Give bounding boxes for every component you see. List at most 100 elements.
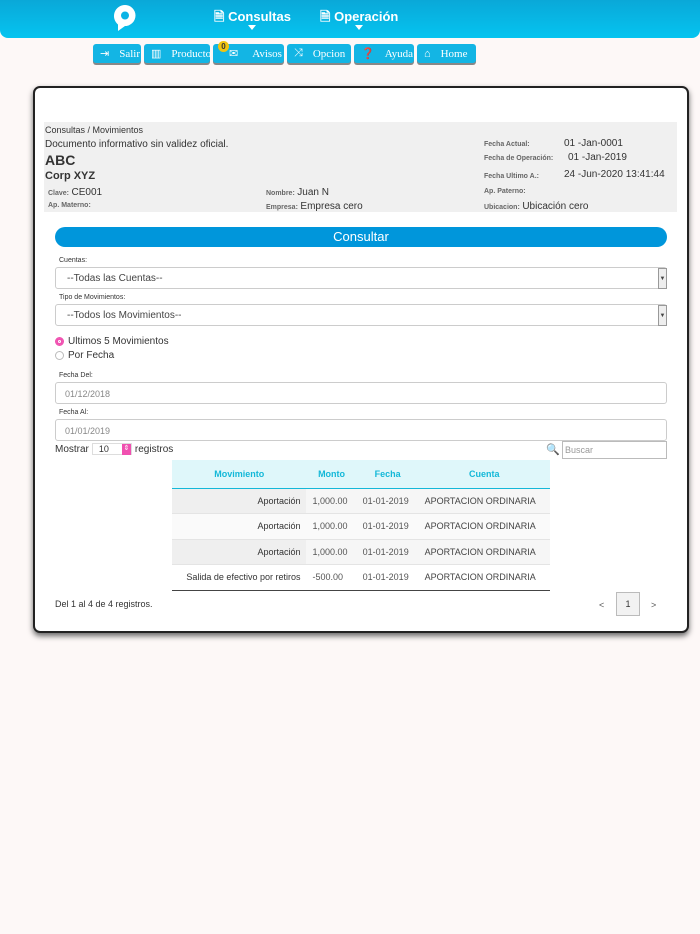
ayuda-button[interactable]: ❓ Ayuda (354, 44, 414, 63)
fecha-del-input[interactable]: 01/12/2018 (55, 382, 667, 404)
empresa-value: Empresa cero (300, 201, 363, 212)
cuenta-cell: APORTACION ORDINARIA (418, 513, 550, 540)
movimiento-cell: Aportación (172, 513, 307, 540)
movimientos-card: Consultas / Movimientos Documento inform… (33, 86, 689, 633)
page-1-button[interactable]: 1 (616, 592, 640, 616)
monto-cell: 1,000.00 (306, 513, 357, 540)
fecha-operacion-label: Fecha de Operación: (484, 155, 554, 162)
envelope-icon: ✉ (229, 48, 239, 60)
table-row: Aportación 1,000.00 01-01-2019 APORTACION O… (172, 513, 550, 540)
nombre-value: Juan N (297, 187, 329, 198)
fecha-del-label: Fecha Del: (59, 372, 93, 379)
fecha-cell: 01-01-2019 (356, 539, 419, 565)
ubicacion-field: Ubicacion: Ubicación cero (484, 201, 588, 212)
header-movimiento[interactable]: Movimiento (172, 460, 307, 489)
company-name: ABC (45, 152, 76, 168)
document-icon: 🗎 (214, 9, 225, 24)
menu-consultas[interactable]: 🗎 Consultas (214, 8, 291, 30)
chart-icon: ▥ (151, 48, 162, 60)
home-button[interactable]: ⌂ Home (417, 44, 476, 63)
account-info-panel: Consultas / Movimientos Documento inform… (44, 122, 677, 212)
caret-down-icon (355, 25, 364, 34)
monto-cell: 1,000.00 (306, 488, 357, 514)
home-icon: ⌂ (424, 47, 431, 60)
consultar-button[interactable]: Consultar (55, 227, 667, 247)
top-bar: 🗎 Consultas 🗎 Operación (0, 0, 700, 38)
producto-button[interactable]: ▥ Producto (144, 44, 211, 63)
cuenta-cell: APORTACION ORDINARIA (418, 564, 550, 591)
tipo-movimientos-select[interactable]: --Todos los Movimientos-- ▼ (55, 304, 667, 326)
cuenta-cell: APORTACION ORDINARIA (418, 488, 550, 514)
radio-unchecked-icon (55, 351, 64, 360)
cuentas-value: --Todas las Cuentas-- (67, 273, 163, 284)
fecha-al-input[interactable]: 01/01/2019 (55, 419, 667, 441)
dropdown-arrow-icon: ▼ (658, 305, 667, 326)
notice-text: Documento informativo sin validez oficia… (45, 139, 229, 150)
empresa-field: Empresa: Empresa cero (266, 201, 363, 212)
clave-value: CE001 (71, 187, 103, 198)
fecha-actual-label: Fecha Actual: (484, 141, 530, 148)
fecha-cell: 01-01-2019 (356, 513, 419, 540)
radio-label: Por Fecha (68, 350, 115, 361)
movimiento-cell: Salida de efectivo por retiros (172, 564, 307, 591)
cuentas-select[interactable]: --Todas las Cuentas-- ▼ (55, 267, 667, 289)
question-icon: ❓ (361, 48, 375, 60)
header-cuenta[interactable]: Cuenta (418, 460, 550, 489)
fecha-cell: 01-01-2019 (356, 564, 419, 591)
page-size-control: Mostrar 10 ⇕ registros (55, 443, 173, 455)
page-size-value: 10 (98, 444, 109, 454)
fecha-actual-value: 01 -Jan-0001 (564, 138, 623, 149)
caret-down-icon (248, 25, 257, 34)
ubicacion-label: Ubicacion: (484, 204, 520, 211)
cuenta-cell: APORTACION ORDINARIA (418, 539, 550, 565)
page-size-select[interactable]: 10 ⇕ (91, 443, 132, 455)
shuffle-icon: ⤨ (294, 47, 303, 59)
fecha-ultimo-value: 24 -Jun-2020 13:41:44 (564, 169, 665, 180)
dropdown-arrow-icon: ▼ (658, 268, 667, 289)
radio-por-fecha[interactable]: Por Fecha (55, 350, 114, 361)
menu-operacion[interactable]: 🗎 Operación (320, 8, 398, 30)
records-summary: Del 1 al 4 de 4 registros. (55, 599, 153, 609)
logo-icon (113, 4, 136, 32)
paterno-label: Ap. Paterno: (484, 188, 526, 195)
table-header: Movimiento Monto Fecha Cuenta (172, 460, 550, 489)
ubicacion-value: Ubicación cero (522, 201, 589, 212)
breadcrumb: Consultas / Movimientos (45, 125, 144, 135)
tipo-label: Tipo de Movimientos: (59, 294, 126, 301)
search-input[interactable]: Buscar (562, 441, 667, 459)
radio-ultimos[interactable]: Ultimos 5 Movimientos (55, 336, 169, 347)
corp-name: Corp XYZ (45, 170, 96, 182)
clave-label: Clave: (48, 190, 70, 197)
fecha-operacion-value: 01 -Jan-2019 (568, 152, 627, 163)
monto-cell: 1,000.00 (306, 539, 357, 565)
mostrar-label: Mostrar (55, 443, 89, 455)
radio-label: Ultimos 5 Movimientos (68, 336, 169, 347)
clave-field: Clave: CE001 (48, 187, 102, 198)
search-icon: 🔍 (546, 444, 560, 456)
document-icon: 🗎 (320, 9, 331, 24)
fecha-cell: 01-01-2019 (356, 488, 419, 514)
movimiento-cell: Aportación (172, 488, 307, 514)
empresa-label: Empresa: (266, 204, 298, 211)
cuentas-label: Cuentas: (59, 257, 88, 264)
header-monto[interactable]: Monto (306, 460, 357, 489)
monto-cell: -500.00 (306, 564, 357, 591)
table-row: Aportación 1,000.00 01-01-2019 APORTACION O… (172, 488, 550, 514)
exit-icon: ⇥ (100, 48, 110, 60)
salir-button[interactable]: ⇥ Salir (93, 44, 141, 63)
header-fecha[interactable]: Fecha (356, 460, 419, 489)
stepper-icon: ⇕ (121, 444, 131, 455)
movimiento-cell: Aportación (172, 539, 307, 565)
next-page-button[interactable]: > (651, 600, 656, 610)
fecha-al-label: Fecha Al: (59, 409, 89, 416)
radio-checked-icon (55, 337, 64, 346)
table-row: Aportación 1,000.00 01-01-2019 APORTACION O… (172, 539, 550, 565)
search-placeholder: Buscar (565, 445, 594, 455)
opcion-button[interactable]: ⤨ Opcion (287, 44, 351, 63)
avisos-button[interactable]: 0 ✉ Avisos (213, 41, 284, 63)
table-row: Salida de efectivo por retiros -500.00 01-… (172, 564, 550, 591)
nombre-field: Nombre: Juan N (266, 187, 329, 198)
nombre-label: Nombre: (266, 190, 295, 197)
prev-page-button[interactable]: < (599, 600, 604, 610)
notification-badge: 0 (218, 41, 229, 52)
